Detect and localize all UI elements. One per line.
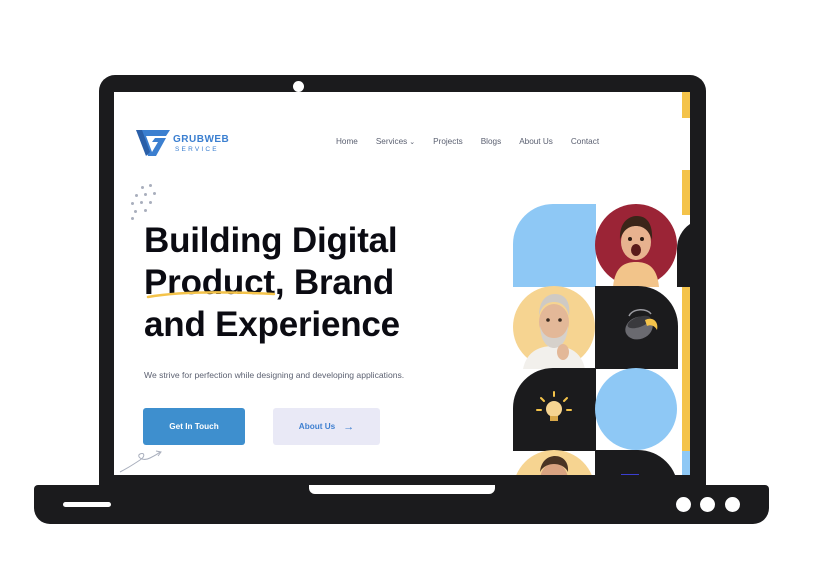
brand-tagline: SERVICE xyxy=(175,146,219,153)
dark-tile xyxy=(595,450,678,475)
blue-circle-tile xyxy=(595,368,678,451)
nav-blogs[interactable]: Blogs xyxy=(481,137,501,146)
nav-services[interactable]: Services ⌄ xyxy=(376,137,415,146)
base-slot xyxy=(63,502,111,507)
blue-accent-bar xyxy=(682,451,690,475)
logo-mark-icon xyxy=(136,130,170,156)
brand-name: GRUBWEB xyxy=(173,134,230,145)
paint-bucket-icon xyxy=(595,286,678,369)
laptop-base xyxy=(34,485,769,524)
get-in-touch-label: Get In Touch xyxy=(169,422,219,431)
base-indicator-2 xyxy=(700,497,715,512)
bearded-man-photo xyxy=(513,286,596,369)
nav-projects-label: Projects xyxy=(433,137,463,146)
hero-title-line-3: and Experience xyxy=(144,305,400,344)
decorative-dots xyxy=(129,184,161,220)
webcam xyxy=(293,81,304,92)
hero-title: Building Digital Product, Brand and Expe… xyxy=(144,220,474,346)
nav-about[interactable]: About Us xyxy=(519,137,553,146)
blue-petal-tile xyxy=(513,204,596,287)
excited-woman-photo xyxy=(595,204,678,287)
nav-blogs-label: Blogs xyxy=(480,137,502,146)
get-in-touch-button[interactable]: Get In Touch xyxy=(143,408,245,445)
hero-subtitle: We strive for perfection while designing… xyxy=(144,370,405,380)
nav-about-label: About Us xyxy=(519,137,553,146)
hero-title-line-1: Building Digital xyxy=(144,221,398,260)
nav-contact-label: Contact xyxy=(570,137,600,146)
nav-contact[interactable]: Contact xyxy=(571,137,599,146)
base-indicator-1 xyxy=(676,497,691,512)
yellow-accent-bar-top xyxy=(682,92,690,118)
main-nav: Home Services ⌄ Projects Blogs About Us C… xyxy=(336,137,617,146)
brand-logo[interactable]: GRUBWEB SERVICE xyxy=(136,128,230,160)
nav-home-label: Home xyxy=(336,137,358,146)
yellow-accent-bar-lower xyxy=(682,287,690,451)
website-screen: GRUBWEB SERVICE Home Services ⌄ Projects … xyxy=(114,92,690,475)
nav-projects[interactable]: Projects xyxy=(433,137,463,146)
partial-dark-tile xyxy=(677,204,690,287)
nav-services-label: Services xyxy=(375,137,408,146)
yellow-accent-bar xyxy=(682,170,690,215)
nav-home[interactable]: Home xyxy=(336,137,358,146)
about-us-label: About Us xyxy=(298,422,336,431)
chevron-down-icon: ⌄ xyxy=(409,139,416,146)
lightbulb-icon xyxy=(513,368,596,451)
about-us-button[interactable]: About Us → xyxy=(273,408,380,445)
highlight-underline xyxy=(146,291,276,299)
base-notch xyxy=(309,485,495,494)
smiling-man-photo xyxy=(513,450,596,475)
swirl-arrow-icon xyxy=(119,450,162,473)
base-indicator-3 xyxy=(725,497,740,512)
arrow-right-icon: → xyxy=(343,420,355,433)
